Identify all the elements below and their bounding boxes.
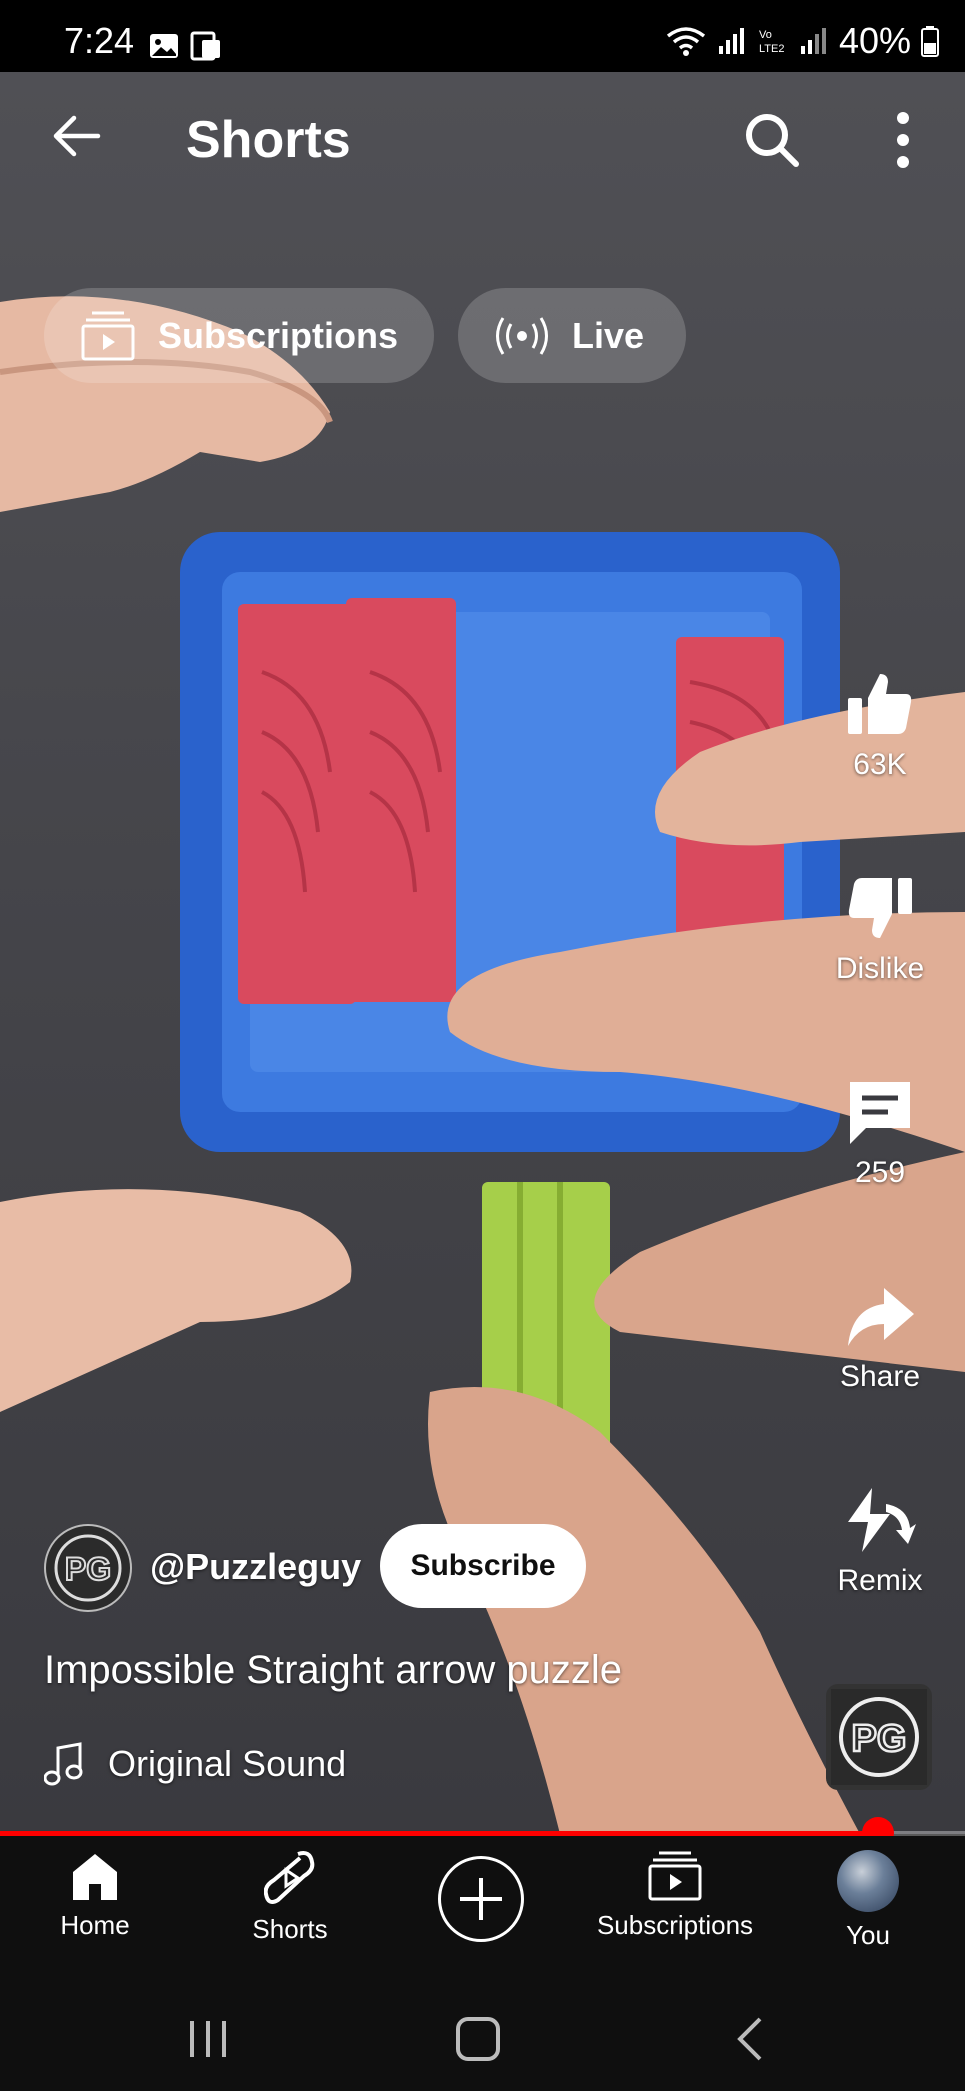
nav-shorts[interactable]: Shorts	[195, 1850, 385, 1945]
comments-button[interactable]: 259	[820, 1076, 940, 1190]
svg-text:Vo: Vo	[759, 29, 772, 41]
remix-button[interactable]: Remix	[820, 1484, 940, 1598]
nav-home[interactable]: Home	[0, 1850, 190, 1941]
status-time: 7:24	[64, 20, 135, 61]
volte-icon: Vo LTE2	[759, 29, 784, 55]
dislike-label: Dislike	[835, 952, 925, 985]
more-vert-icon	[897, 112, 909, 168]
channel-logo-icon: PG	[831, 1689, 927, 1785]
shorts-icon	[264, 1851, 315, 1904]
back-button[interactable]	[40, 100, 112, 172]
create-button[interactable]	[438, 1856, 524, 1942]
dislike-button[interactable]: Dislike	[820, 872, 940, 986]
like-count: 63K	[853, 748, 907, 781]
channel-logo-icon: PG	[54, 1534, 122, 1602]
like-button[interactable]: 63K	[820, 668, 940, 782]
channel-avatar[interactable]: PG	[44, 1524, 132, 1612]
video-title[interactable]: Impossible Straight arrow puzzle	[44, 1648, 622, 1693]
back-system-button[interactable]	[710, 2004, 790, 2074]
subscriptions-icon	[648, 1851, 702, 1901]
nav-you[interactable]: You	[773, 1850, 963, 1951]
system-navigation	[0, 1986, 965, 2091]
svg-text:LTE2: LTE2	[759, 43, 784, 55]
shorts-screen: 7:24 Vo LTE2 40% Shorts Subscriptions Li…	[0, 0, 965, 2091]
status-right-icons: Vo LTE2 40%	[665, 20, 939, 62]
recents-icon	[190, 2021, 226, 2057]
subscriptions-icon	[80, 310, 136, 362]
user-avatar	[837, 1850, 899, 1912]
channel-handle[interactable]: @Puzzleguy	[150, 1546, 361, 1588]
search-icon	[746, 114, 799, 167]
nav-subscriptions[interactable]: Subscriptions	[580, 1850, 770, 1941]
subscribe-button[interactable]: Subscribe	[380, 1524, 586, 1608]
cast-icon	[190, 31, 220, 61]
nav-subscriptions-label: Subscriptions	[596, 1910, 754, 1940]
comments-count: 259	[854, 1156, 906, 1189]
page-title: Shorts	[186, 111, 351, 169]
share-button[interactable]: Share	[820, 1280, 940, 1394]
bottom-navigation: Home Shorts Subscriptions You	[0, 1836, 965, 1986]
arrow-left-icon	[53, 115, 101, 157]
search-button[interactable]	[732, 100, 812, 180]
sound-thumbnail[interactable]: PG	[826, 1684, 932, 1790]
plus-icon	[460, 1878, 502, 1920]
home-system-button[interactable]	[438, 2004, 518, 2074]
remix-icon	[848, 1488, 916, 1552]
comment-icon	[850, 1082, 910, 1144]
live-chip[interactable]: Live	[458, 288, 686, 383]
share-icon	[848, 1288, 914, 1346]
home-square-icon	[456, 2017, 500, 2061]
subscriptions-chip[interactable]: Subscriptions	[44, 288, 434, 383]
wifi-icon	[666, 27, 706, 56]
status-left-icons	[148, 30, 222, 62]
battery-percent: 40%	[838, 20, 911, 61]
signal-icon	[800, 28, 826, 54]
nav-you-label: You	[846, 1920, 890, 1950]
chevron-left-icon	[737, 2017, 762, 2061]
thumbs-up-icon	[848, 674, 912, 734]
thumbs-down-icon	[848, 878, 912, 938]
sound-label: Original Sound	[108, 1743, 347, 1784]
sound-link[interactable]: Original Sound	[44, 1742, 346, 1786]
live-icon	[494, 314, 550, 358]
share-label: Share	[839, 1360, 921, 1393]
status-bar: 7:24 Vo LTE2 40%	[0, 0, 965, 72]
svg-text:PG: PG	[65, 1551, 111, 1587]
music-note-icon	[44, 1742, 83, 1786]
subscriptions-chip-label: Subscriptions	[158, 314, 399, 356]
battery-icon	[921, 26, 939, 57]
recents-button[interactable]	[168, 2004, 248, 2074]
remix-label: Remix	[837, 1564, 923, 1597]
gallery-icon	[150, 34, 178, 58]
signal-icon	[718, 28, 744, 54]
svg-text:PG: PG	[852, 1718, 907, 1760]
live-chip-label: Live	[572, 314, 645, 356]
nav-home-label: Home	[60, 1910, 130, 1940]
more-options-button[interactable]	[868, 100, 938, 180]
nav-shorts-label: Shorts	[252, 1914, 328, 1944]
home-icon	[73, 1854, 117, 1900]
